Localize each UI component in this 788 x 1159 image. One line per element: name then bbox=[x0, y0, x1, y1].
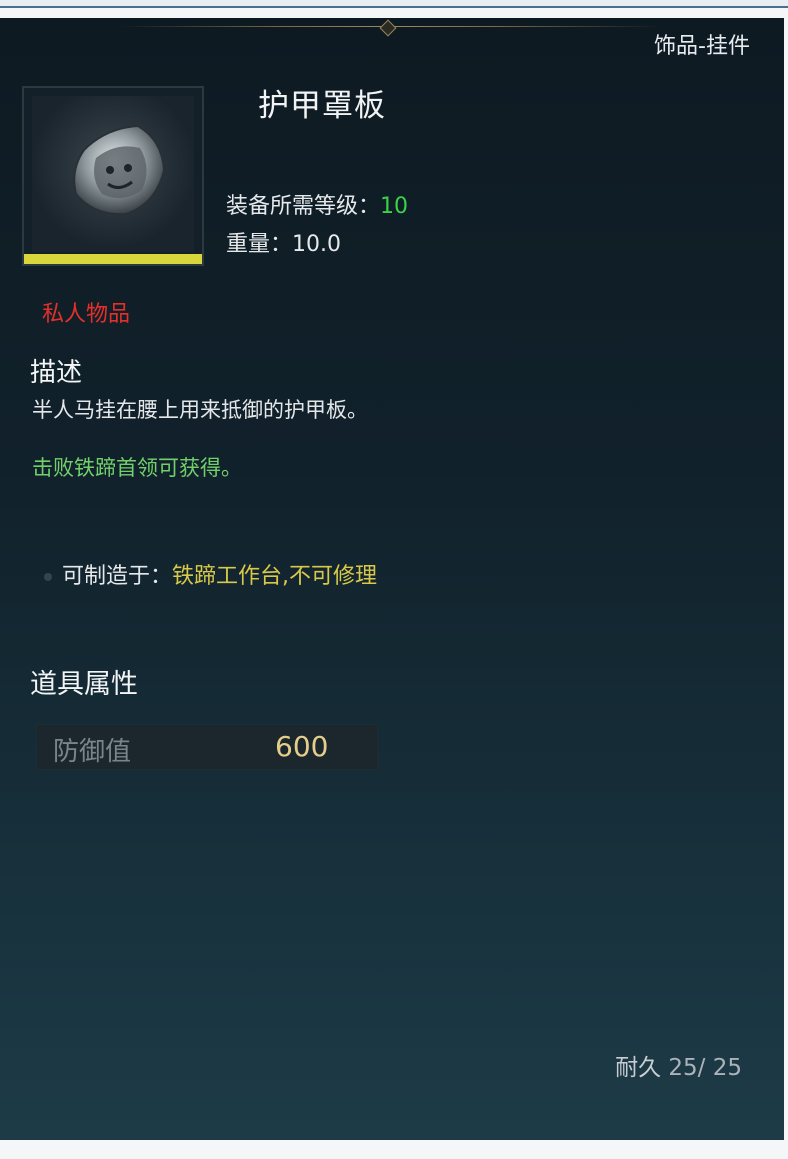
required-level-value: 10 bbox=[380, 194, 409, 219]
obtain-hint: 击败铁蹄首领可获得。 bbox=[32, 456, 242, 480]
craft-label: 可制造于： bbox=[62, 564, 173, 589]
weight-label: 重量： bbox=[226, 232, 293, 257]
armor-plate-icon bbox=[73, 124, 166, 216]
durability-readout: 耐久 25/ 25 bbox=[615, 1048, 742, 1082]
weight-value: 10.0 bbox=[292, 232, 341, 257]
craft-info: 可制造于：铁蹄工作台,不可修理 bbox=[44, 558, 377, 590]
top-ornament bbox=[379, 19, 397, 37]
description-text: 半人马挂在腰上用来抵御的护甲板。 bbox=[32, 398, 368, 422]
item-name: 护甲罩板 bbox=[258, 88, 386, 124]
window-top-bar bbox=[0, 0, 788, 8]
attribute-name: 防御值 bbox=[53, 737, 132, 767]
required-level-label: 装备所需等级： bbox=[226, 194, 381, 219]
durability-max: 25 bbox=[712, 1055, 742, 1081]
craft-value: 铁蹄工作台,不可修理 bbox=[172, 564, 378, 589]
durability-current: 25/ bbox=[668, 1055, 706, 1081]
required-level: 装备所需等级：10 bbox=[226, 188, 408, 220]
item-tooltip-panel: 饰品-挂件 护甲罩板 装备所需等级：10 重量：10.0 私人物品 描述 半人马… bbox=[0, 18, 784, 1140]
private-item-badge: 私人物品 bbox=[42, 302, 131, 327]
description-heading: 描述 bbox=[30, 358, 83, 388]
rarity-bar bbox=[24, 254, 202, 264]
item-category: 饰品-挂件 bbox=[654, 34, 750, 59]
item-thumbnail bbox=[22, 86, 204, 266]
bullet-icon bbox=[44, 573, 52, 581]
attributes-heading: 道具属性 bbox=[30, 669, 138, 700]
thumbnail-background bbox=[32, 96, 194, 252]
item-weight: 重量：10.0 bbox=[226, 226, 341, 258]
attribute-row-defense: 防御值 600 bbox=[36, 724, 378, 770]
durability-label: 耐久 bbox=[615, 1055, 662, 1081]
attribute-value: 600 bbox=[275, 730, 329, 763]
